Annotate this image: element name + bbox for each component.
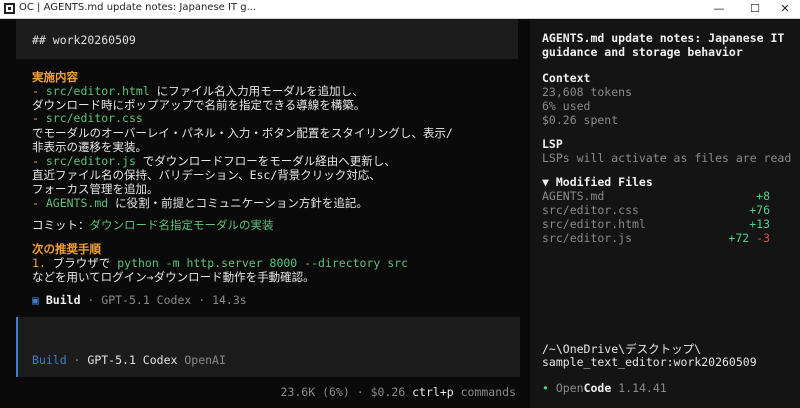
file-diff: +72 -3 <box>728 231 770 245</box>
lines-removed: -3 <box>756 231 770 245</box>
build-model: GPT-5.1 Codex <box>101 293 192 307</box>
status-dot-icon: • <box>542 381 549 395</box>
lines-added: +13 <box>749 217 770 231</box>
bullet: - <box>32 196 46 210</box>
item-text: でダウンロードフローをモーダル経由へ更新し、 <box>135 154 396 168</box>
commit-line: コミット：ダウンロード名指定モーダルの実装 <box>32 217 274 233</box>
user-message: ## work20260509 <box>16 19 518 59</box>
brand-code: Code <box>583 381 612 395</box>
item-text: に役割・前提とコミュニケーション方針を追記。 <box>108 196 368 210</box>
app-icon <box>4 3 15 14</box>
maximize-button[interactable]: ☐ <box>740 0 770 18</box>
window-title: OC | AGENTS.md update notes: Japanese IT… <box>19 2 257 13</box>
model-name[interactable]: GPT-5.1 Codex <box>87 353 177 367</box>
context-spent: $0.26 spent <box>542 113 619 127</box>
file-path: src/editor.js <box>45 154 136 168</box>
list-item: - AGENTS.md に役割・前提とコミュニケーション方針を追記。 <box>32 195 368 211</box>
user-message-text: ## work20260509 <box>32 33 136 47</box>
separator: · <box>66 353 88 367</box>
shortcut-label[interactable]: commands <box>461 385 516 399</box>
file-name: src/editor.css <box>542 203 639 217</box>
item-text: にファイル名入力用モーダルを追加し、 <box>149 84 364 98</box>
footer-bar: 23.6K (6%) · $0.26 ctrl+p commands <box>0 377 530 408</box>
brand-open: Open <box>555 381 584 395</box>
mode-label[interactable]: Build <box>32 353 67 367</box>
lines-added: +8 <box>756 189 770 203</box>
prompt-mode-line: Build · GPT-5.1 Codex OpenAI <box>32 353 226 367</box>
close-button[interactable]: ✕ <box>770 0 800 18</box>
separator: · <box>191 293 213 307</box>
lsp-heading: LSP <box>542 137 563 151</box>
provider-name: OpenAI <box>184 353 226 367</box>
lsp-status: LSPs will activate as files are read <box>542 151 792 165</box>
build-marker-icon: ▣ <box>32 293 39 307</box>
brand-line: • OpenCode 1.14.41 <box>542 381 667 395</box>
file-path: AGENTS.md <box>45 196 109 210</box>
list-item: - src/editor.css <box>32 111 143 125</box>
build-label: Build <box>45 293 81 307</box>
build-time: 14.3s <box>212 293 247 307</box>
cost: $0.26 <box>370 385 406 399</box>
session-title-cont: guidance and storage behavior <box>542 45 743 59</box>
bullet: - <box>32 154 46 168</box>
bullet: - <box>32 84 46 98</box>
context-heading: Context <box>542 71 591 85</box>
prompt-input[interactable]: Build · GPT-5.1 Codex OpenAI <box>16 317 520 377</box>
file-path: src/editor.html <box>45 84 150 98</box>
file-path: src/editor.css <box>45 111 143 125</box>
minimize-button[interactable]: — <box>704 0 734 18</box>
command-code: python -m http.server 8000 --directory s… <box>117 256 409 270</box>
file-name: src/editor.js <box>542 231 633 245</box>
conversation-pane[interactable]: ## work20260509 実施内容 - src/editor.html に… <box>0 19 530 408</box>
token-usage: 23.6K (6%) <box>280 385 350 399</box>
session-title: AGENTS.md update notes: Japanese IT <box>542 31 785 45</box>
title-bar: OC | AGENTS.md update notes: Japanese IT… <box>0 0 800 19</box>
commit-label: コミット： <box>32 218 90 232</box>
context-used: 6% used <box>542 99 591 113</box>
step-number: 1. <box>32 256 53 270</box>
version: 1.14.41 <box>618 381 667 395</box>
separator: · <box>349 385 371 399</box>
step-continuation: などを用いてログイン→ダウンロード動作を手動確認。 <box>32 270 315 284</box>
shortcut-key: ctrl+p <box>412 385 454 399</box>
modified-files-heading[interactable]: ▼ Modified Files <box>542 175 653 189</box>
build-status: ▣ Build · GPT-5.1 Codex · 14.3s <box>32 293 247 307</box>
sidebar: AGENTS.md update notes: Japanese IT guid… <box>530 19 800 408</box>
app-window: OC | AGENTS.md update notes: Japanese IT… <box>0 0 800 408</box>
lines-added: +76 <box>749 203 770 217</box>
file-name: AGENTS.md <box>542 189 605 203</box>
file-name: src/editor.html <box>542 217 646 231</box>
context-tokens: 23,608 tokens <box>542 85 633 99</box>
bullet: - <box>32 111 46 125</box>
footer-status: 23.6K (6%) · $0.26 ctrl+p commands <box>281 385 516 399</box>
working-directory-cont: sample_text_editor:work20260509 <box>542 355 757 369</box>
lines-added: +72 <box>728 231 750 245</box>
commit-value: ダウンロード名指定モーダルの実装 <box>89 218 274 232</box>
separator: · <box>80 293 102 307</box>
step-text: ブラウザで <box>52 256 118 270</box>
